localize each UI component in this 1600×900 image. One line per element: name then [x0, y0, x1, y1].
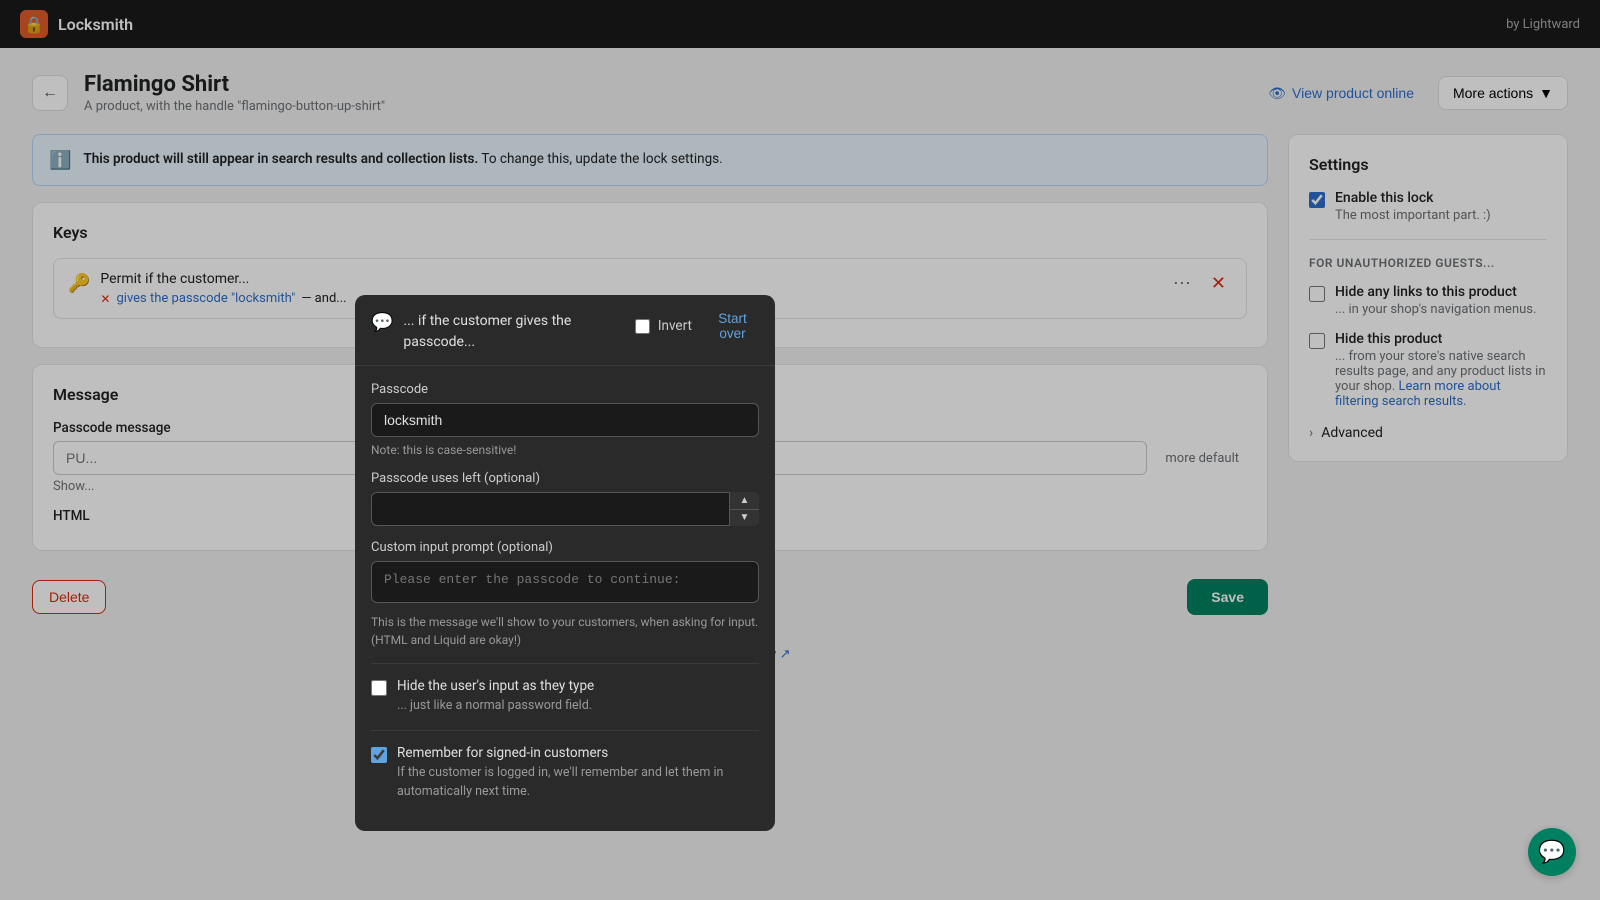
- passcode-note: Note: this is case-sensitive!: [371, 443, 759, 457]
- uses-left-label: Passcode uses left (optional): [371, 471, 759, 486]
- custom-prompt-desc: This is the message we'll show to your c…: [371, 613, 759, 649]
- invert-label[interactable]: Invert: [635, 318, 692, 334]
- custom-prompt-field-row: Custom input prompt (optional) This is t…: [371, 540, 759, 649]
- start-over-button[interactable]: Start over: [706, 311, 759, 341]
- chat-icon: 💬: [1538, 840, 1565, 865]
- hide-input-checkbox[interactable]: [371, 680, 387, 696]
- support-bubble[interactable]: 💬: [1528, 828, 1576, 876]
- hide-input-row: Hide the user's input as they type ... j…: [371, 663, 759, 730]
- custom-prompt-textarea[interactable]: [371, 561, 759, 603]
- popup-header-right: Invert Start over: [635, 311, 759, 341]
- passcode-field-row: Passcode Note: this is case-sensitive!: [371, 382, 759, 457]
- remember-desc: If the customer is logged in, we'll reme…: [397, 764, 759, 802]
- chat-bubble-icon: 💬: [371, 312, 393, 333]
- custom-prompt-label: Custom input prompt (optional): [371, 540, 759, 555]
- hide-input-label[interactable]: Hide the user's input as they type: [397, 678, 594, 694]
- popup-body: Passcode Note: this is case-sensitive! P…: [355, 366, 775, 831]
- passcode-popup: 💬 ... if the customer gives the passcode…: [355, 295, 775, 831]
- passcode-input[interactable]: [371, 403, 759, 437]
- passcode-field-label: Passcode: [371, 382, 759, 397]
- remember-text: Remember for signed-in customers If the …: [397, 745, 759, 802]
- popup-header-text: ... if the customer gives the passcode..…: [403, 311, 634, 353]
- popup-header-left: 💬 ... if the customer gives the passcode…: [371, 311, 635, 353]
- spinner-down-button[interactable]: ▼: [730, 510, 759, 527]
- uses-left-field-row: Passcode uses left (optional) ▲ ▼: [371, 471, 759, 526]
- invert-checkbox[interactable]: [635, 319, 650, 334]
- popup-header: 💬 ... if the customer gives the passcode…: [355, 295, 775, 366]
- remember-label[interactable]: Remember for signed-in customers: [397, 745, 608, 761]
- spinner-up-button[interactable]: ▲: [730, 492, 759, 510]
- hide-input-desc: ... just like a normal password field.: [397, 697, 594, 716]
- remember-row: Remember for signed-in customers If the …: [371, 730, 759, 816]
- remember-checkbox[interactable]: [371, 747, 387, 763]
- number-spinners: ▲ ▼: [729, 492, 759, 526]
- popup-overlay: [0, 0, 1600, 900]
- invert-text: Invert: [658, 318, 692, 334]
- hide-input-text: Hide the user's input as they type ... j…: [397, 678, 594, 716]
- uses-left-input-wrap: ▲ ▼: [371, 492, 759, 526]
- uses-left-input[interactable]: [371, 492, 759, 526]
